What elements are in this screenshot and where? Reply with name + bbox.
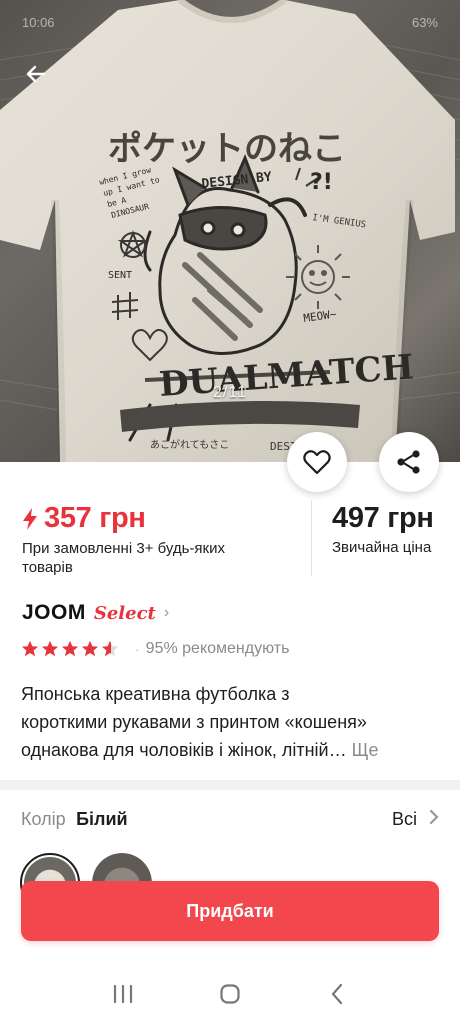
image-counter: 2/11 [213, 384, 247, 401]
chevron-right-icon: › [163, 604, 170, 621]
status-bar: 10:06 63% [0, 0, 460, 44]
brand-link[interactable]: JOOM Select › [22, 598, 169, 628]
regular-price-value: 497 грн [332, 502, 434, 534]
color-selector-header[interactable]: Колір Білий Всі [21, 806, 439, 832]
price-block: 357 грн При замовленні 3+ будь-яких това… [0, 492, 460, 580]
star-icon [41, 640, 59, 657]
rating-row[interactable]: · 95% рекомендують [21, 638, 289, 660]
star-half-icon [101, 640, 119, 657]
print-sent: SENT [108, 270, 132, 281]
sale-price-value: 357 грн [44, 502, 146, 534]
product-title[interactable]: Японська креативна футболка з короткими … [21, 680, 439, 764]
system-back-button[interactable] [317, 974, 357, 1014]
status-battery: 63% [411, 14, 438, 30]
brand-select-badge: Select [93, 602, 156, 624]
print-question-mark: ?! [310, 170, 333, 195]
home-icon [220, 984, 240, 1004]
recommend-percentage: 95% рекомендують [145, 640, 290, 657]
separator-dot: · [135, 641, 140, 657]
print-small-jp: あこがれてもさこ [150, 438, 229, 451]
product-title-line: Японська креативна футболка з [21, 684, 290, 704]
system-nav-bar [0, 964, 460, 1024]
heart-icon [303, 450, 331, 475]
price-divider [311, 500, 312, 576]
print-jp-title: ポケットのねこ [108, 129, 346, 169]
product-title-line: однакова для чоловіків і жінок, літній… [21, 740, 347, 760]
recent-apps-icon [114, 984, 133, 1004]
color-info: Колір Білий [21, 809, 128, 830]
bulk-price-panel: 357 грн При замовленні 3+ будь-яких това… [22, 502, 302, 577]
all-colors-link[interactable]: Всі [392, 809, 439, 830]
product-title-line-last: однакова для чоловіків і жінок, літній… … [21, 736, 439, 764]
share-button[interactable] [379, 432, 439, 492]
product-screen: ポケットのねこ DESIGN BY ?! I'M GENIUS MEOW~ SE… [0, 0, 460, 1024]
all-colors-label: Всі [391, 808, 417, 829]
star-icon [81, 640, 99, 657]
brand-name: JOOM [22, 601, 86, 624]
color-value: Білий [76, 808, 128, 829]
arrow-left-icon [26, 65, 46, 83]
more-link[interactable]: Ще [352, 740, 379, 760]
favorite-button[interactable] [287, 432, 347, 492]
regular-price-panel: 497 грн Звичайна ціна [332, 502, 434, 556]
home-button[interactable] [210, 974, 250, 1014]
back-chevron-icon [331, 983, 342, 1005]
back-button[interactable] [14, 56, 58, 92]
regular-price-note: Звичайна ціна [332, 539, 432, 556]
star-icon [21, 640, 39, 657]
status-time: 10:06 [22, 14, 55, 30]
rating-stars [21, 640, 121, 658]
buy-button[interactable]: Придбати [21, 881, 439, 941]
lightning-icon [23, 507, 37, 530]
color-label: Колір [21, 808, 66, 829]
sale-price: 357 грн [22, 502, 302, 535]
product-title-line: короткими рукавами з принтом «кошеня» [21, 712, 367, 732]
recent-apps-button[interactable] [103, 974, 143, 1014]
star-icon [61, 640, 79, 657]
section-divider [0, 780, 460, 790]
chevron-right-icon [429, 809, 439, 830]
share-icon [397, 450, 420, 474]
product-image-gallery[interactable]: ポケットのねこ DESIGN BY ?! I'M GENIUS MEOW~ SE… [0, 0, 460, 462]
sale-price-note: При замовленні 3+ будь-яких товарів [22, 540, 225, 576]
